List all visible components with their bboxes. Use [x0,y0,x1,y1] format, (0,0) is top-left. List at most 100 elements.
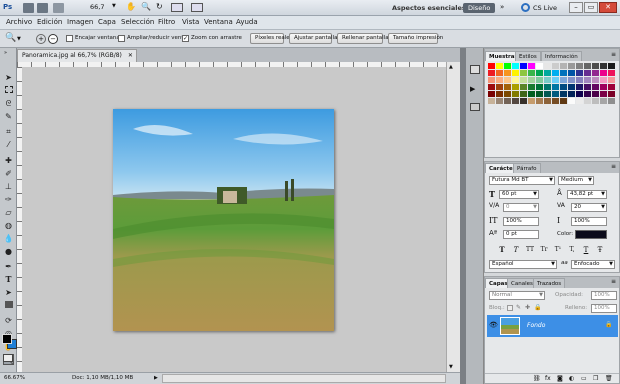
scroll-down-icon[interactable]: ▼ [449,364,453,370]
color-swatch[interactable] [528,98,535,104]
color-swatch[interactable] [496,70,503,76]
menu-capa[interactable]: Capa [98,18,116,26]
tab-parrafo[interactable]: Párrafo [513,163,541,173]
color-swatch[interactable] [552,70,559,76]
font-family-dropdown-icon[interactable]: ▼ [549,177,553,184]
color-swatch[interactable] [544,84,551,90]
color-swatch[interactable] [552,63,559,69]
color-swatch[interactable] [608,98,615,104]
zoom-all-checkbox[interactable] [118,35,125,42]
color-swatch[interactable] [496,77,503,83]
color-swatch[interactable] [552,98,559,104]
color-swatch[interactable] [488,70,495,76]
blend-mode-dropdown-icon[interactable]: ▼ [539,292,543,299]
font-style-select[interactable]: Medium ▼ [558,176,594,185]
new-group-icon[interactable]: ▭ [581,375,587,382]
shape-tool-icon[interactable] [3,300,14,311]
color-swatch[interactable] [496,98,503,104]
color-swatch[interactable] [528,77,535,83]
color-swatch[interactable] [512,84,519,90]
color-swatch[interactable] [608,63,615,69]
color-swatch[interactable] [496,91,503,97]
fill-screen-button[interactable]: Rellenar pantalla [337,33,389,44]
color-swatch[interactable] [512,63,519,69]
color-swatch[interactable] [520,91,527,97]
workspace-label[interactable]: Aspectos esenciales [392,4,466,12]
color-swatch[interactable] [496,84,503,90]
scrubby-zoom-checkbox[interactable]: ✓ [182,35,189,42]
color-swatch[interactable] [488,84,495,90]
color-swatch[interactable] [584,63,591,69]
color-swatch[interactable] [560,63,567,69]
color-swatch[interactable] [592,98,599,104]
cslive-icon[interactable] [521,3,530,12]
workspace-more-icon[interactable]: » [500,3,504,11]
tracking-dropdown-icon[interactable]: ▼ [601,204,605,211]
new-layer-icon[interactable]: ❐ [593,375,598,382]
color-swatch[interactable] [592,63,599,69]
superscript-button[interactable]: T¹ [553,245,563,255]
actions-panel-icon[interactable]: ▶ [470,85,475,93]
status-zoom[interactable]: 66.67% [4,375,25,381]
horizontal-scale-field[interactable]: 100% [571,217,607,226]
healing-brush-tool-icon[interactable]: ✚ [3,155,14,166]
lasso-tool-icon[interactable]: ᘓ [3,98,14,109]
color-swatch[interactable] [568,70,575,76]
dodge-tool-icon[interactable]: ● [3,246,14,257]
color-swatch[interactable] [552,77,559,83]
color-swatch[interactable] [576,84,583,90]
fill-field[interactable]: 100% [591,304,617,313]
actual-pixels-button[interactable]: Píxeles reales [250,33,293,44]
color-swatch[interactable] [568,91,575,97]
color-swatch[interactable] [528,91,535,97]
crop-tool-icon[interactable]: ⌗ [3,126,14,137]
small-caps-button[interactable]: Tr [539,245,549,255]
lock-transparency-icon[interactable] [507,305,513,311]
blur-tool-icon[interactable]: 💧 [3,233,14,244]
zoom-dropdown-icon[interactable]: ▼ [112,3,116,9]
color-swatch[interactable] [528,63,535,69]
visibility-eye-icon[interactable]: 👁 [489,321,498,329]
kerning-dropdown-icon[interactable]: ▼ [533,204,537,211]
tracking-field[interactable]: 20 ▼ [571,203,607,212]
zoom-icon[interactable]: 🔍 [141,2,151,11]
print-size-button[interactable]: Tamaño impresión [388,33,443,44]
color-swatch[interactable] [488,98,495,104]
minimize-button[interactable]: – [569,2,583,13]
language-select[interactable]: Español ▼ [489,260,557,269]
path-selection-tool-icon[interactable]: ➤ [3,287,14,298]
color-swatch[interactable] [504,77,511,83]
quick-selection-tool-icon[interactable]: ✎ [3,111,14,122]
history-brush-tool-icon[interactable]: ✑ [3,194,14,205]
color-swatch[interactable] [488,63,495,69]
antialias-dropdown-icon[interactable]: ▼ [609,261,613,268]
history-panel-icon[interactable] [470,65,480,74]
scroll-up-icon[interactable]: ▲ [449,64,453,70]
menu-ventana[interactable]: Ventana [204,18,233,26]
antialias-select[interactable]: Enfocado ▼ [571,260,615,269]
zoom-out-icon[interactable]: − [48,34,58,44]
faux-bold-button[interactable]: T [497,245,507,255]
resize-windows-checkbox[interactable] [66,35,73,42]
adjustment-layer-icon[interactable]: ◐ [569,375,574,382]
menu-ayuda[interactable]: Ayuda [236,18,258,26]
layer-style-icon[interactable]: fx [545,375,551,382]
color-swatch[interactable] [504,70,511,76]
color-swatch[interactable] [536,63,543,69]
rotate-view-icon[interactable]: ↻ [156,2,163,11]
lock-position-icon[interactable]: ✚ [525,304,530,311]
document-tab-close-icon[interactable]: ✕ [128,50,133,62]
workspace-design-button[interactable]: Diseño [463,3,496,13]
color-swatch[interactable] [600,63,607,69]
layer-mask-icon[interactable]: ◙ [557,375,563,382]
color-swatch[interactable] [520,77,527,83]
color-swatch[interactable] [568,98,575,104]
arrange-documents-icon[interactable] [171,3,183,12]
color-swatch[interactable] [584,84,591,90]
color-swatch[interactable] [592,84,599,90]
color-swatch[interactable] [520,84,527,90]
marquee-tool-icon[interactable] [3,85,14,96]
leading-dropdown-icon[interactable]: ▼ [601,191,605,198]
color-swatch[interactable] [504,84,511,90]
layer-row[interactable]: 👁 Fondo 🔒 [487,315,618,337]
